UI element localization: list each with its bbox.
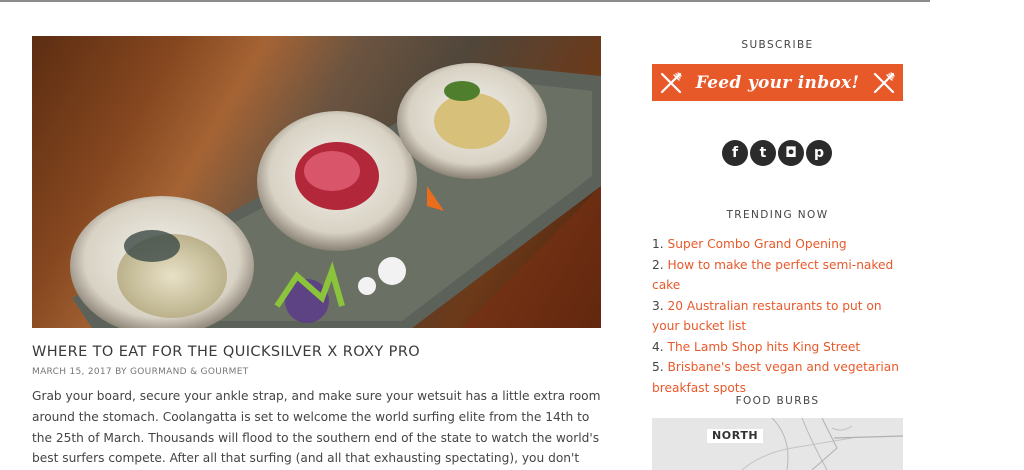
post-excerpt: Grab your board, secure your ankle strap… [32, 389, 601, 466]
list-item-number: 4. [652, 339, 664, 354]
top-divider [0, 0, 930, 2]
oysters-photo [32, 36, 601, 328]
map-lines [741, 418, 903, 470]
list-item: 2. How to make the perfect semi-naked ca… [652, 255, 903, 296]
food-burbs-heading: FOOD BURBS [735, 395, 820, 407]
list-item: 5. Brisbane's best vegan and vegetarian … [652, 357, 903, 398]
social-links: f t ◘ p [722, 140, 832, 166]
subscribe-heading: SUBSCRIBE [741, 39, 814, 51]
list-item: 4. The Lamb Shop hits King Street [652, 337, 903, 358]
facebook-icon[interactable]: f [722, 140, 748, 166]
article-hero-image[interactable] [32, 36, 601, 328]
trending-link[interactable]: How to make the perfect semi-naked cake [652, 258, 893, 293]
trending-link[interactable]: Super Combo Grand Opening [668, 237, 847, 251]
post-title[interactable]: WHERE TO EAT FOR THE QUICKSILVER X ROXY … [32, 344, 420, 360]
instagram-icon[interactable]: ◘ [778, 140, 804, 166]
post-meta: MARCH 15, 2017 BY GOURMAND & GOURMET [32, 367, 249, 377]
feed-banner-label: Feed your inbox! [695, 72, 860, 93]
list-item: 1. Super Combo Grand Opening [652, 234, 903, 255]
list-item-number: 2. [652, 257, 664, 272]
feed-your-inbox-button[interactable]: Feed your inbox! [652, 64, 903, 101]
trending-link[interactable]: Brisbane's best vegan and vegetarian bre… [652, 360, 899, 395]
trending-heading: TRENDING NOW [726, 209, 829, 221]
fork-knife-icon [873, 72, 895, 94]
map-region-label: NORTH [707, 429, 764, 443]
list-item-number: 3. [652, 298, 664, 313]
list-item: 3. 20 Australian restaurants to put on y… [652, 296, 903, 337]
pinterest-icon[interactable]: p [806, 140, 832, 166]
trending-link[interactable]: 20 Australian restaurants to put on your… [652, 299, 882, 334]
trending-link[interactable]: The Lamb Shop hits King Street [668, 340, 861, 354]
trending-list: 1. Super Combo Grand Opening 2. How to m… [652, 234, 903, 398]
fork-knife-icon [660, 72, 682, 94]
twitter-icon[interactable]: t [750, 140, 776, 166]
list-item-number: 1. [652, 237, 664, 251]
list-item-number: 5. [652, 360, 664, 374]
food-burbs-map[interactable]: NORTH [652, 418, 903, 470]
